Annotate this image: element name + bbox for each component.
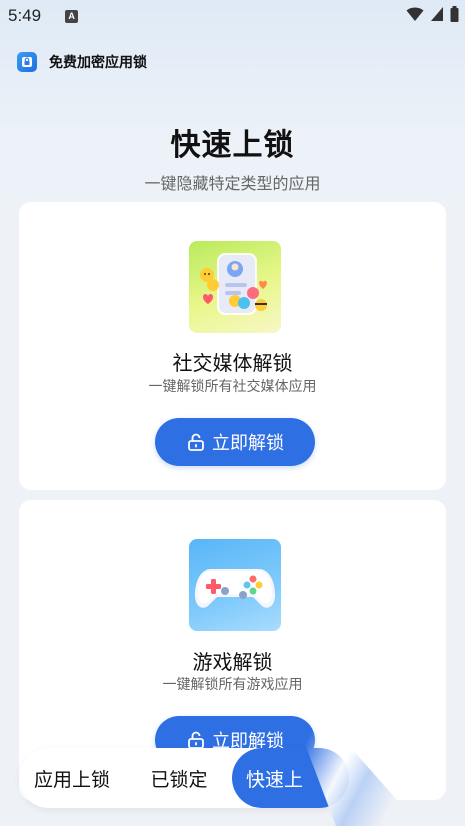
page-subtitle: 一键隐藏特定类型的应用 xyxy=(144,174,321,193)
status-icons xyxy=(406,6,459,22)
app-title: 免费加密应用锁 xyxy=(49,55,147,71)
status-bar: 5:49 A xyxy=(0,0,465,32)
card-title: 游戏解锁 xyxy=(192,650,273,674)
battery-icon xyxy=(450,6,459,22)
unlock-button-label: 立即解锁 xyxy=(212,433,284,454)
card-title: 社交媒体解锁 xyxy=(172,351,293,375)
wifi-icon xyxy=(406,7,424,21)
social-media-card: 社交媒体解锁 一键解锁所有社交媒体应用 立即解锁 xyxy=(19,202,446,490)
status-time: 5:49 xyxy=(8,6,42,25)
social-media-icon xyxy=(189,241,281,333)
app-bar: 免费加密应用锁 xyxy=(0,46,465,78)
tab-app-lock[interactable]: 应用上锁 xyxy=(19,748,125,808)
signal-icon xyxy=(431,7,443,21)
unlock-icon xyxy=(186,730,206,750)
gamepad-icon xyxy=(189,539,281,631)
unlock-social-button[interactable]: 立即解锁 xyxy=(155,418,315,466)
page-title: 快速上锁 xyxy=(170,128,295,163)
lock-shield-icon xyxy=(17,52,37,72)
a-icon: A xyxy=(65,9,79,23)
tab-locked[interactable]: 已锁定 xyxy=(129,748,229,808)
unlock-icon xyxy=(186,432,206,452)
card-description: 一键解锁所有游戏应用 xyxy=(162,677,303,693)
bottom-nav: 应用上锁 已锁定 快速上 xyxy=(19,748,349,808)
card-description: 一键解锁所有社交媒体应用 xyxy=(148,379,317,395)
